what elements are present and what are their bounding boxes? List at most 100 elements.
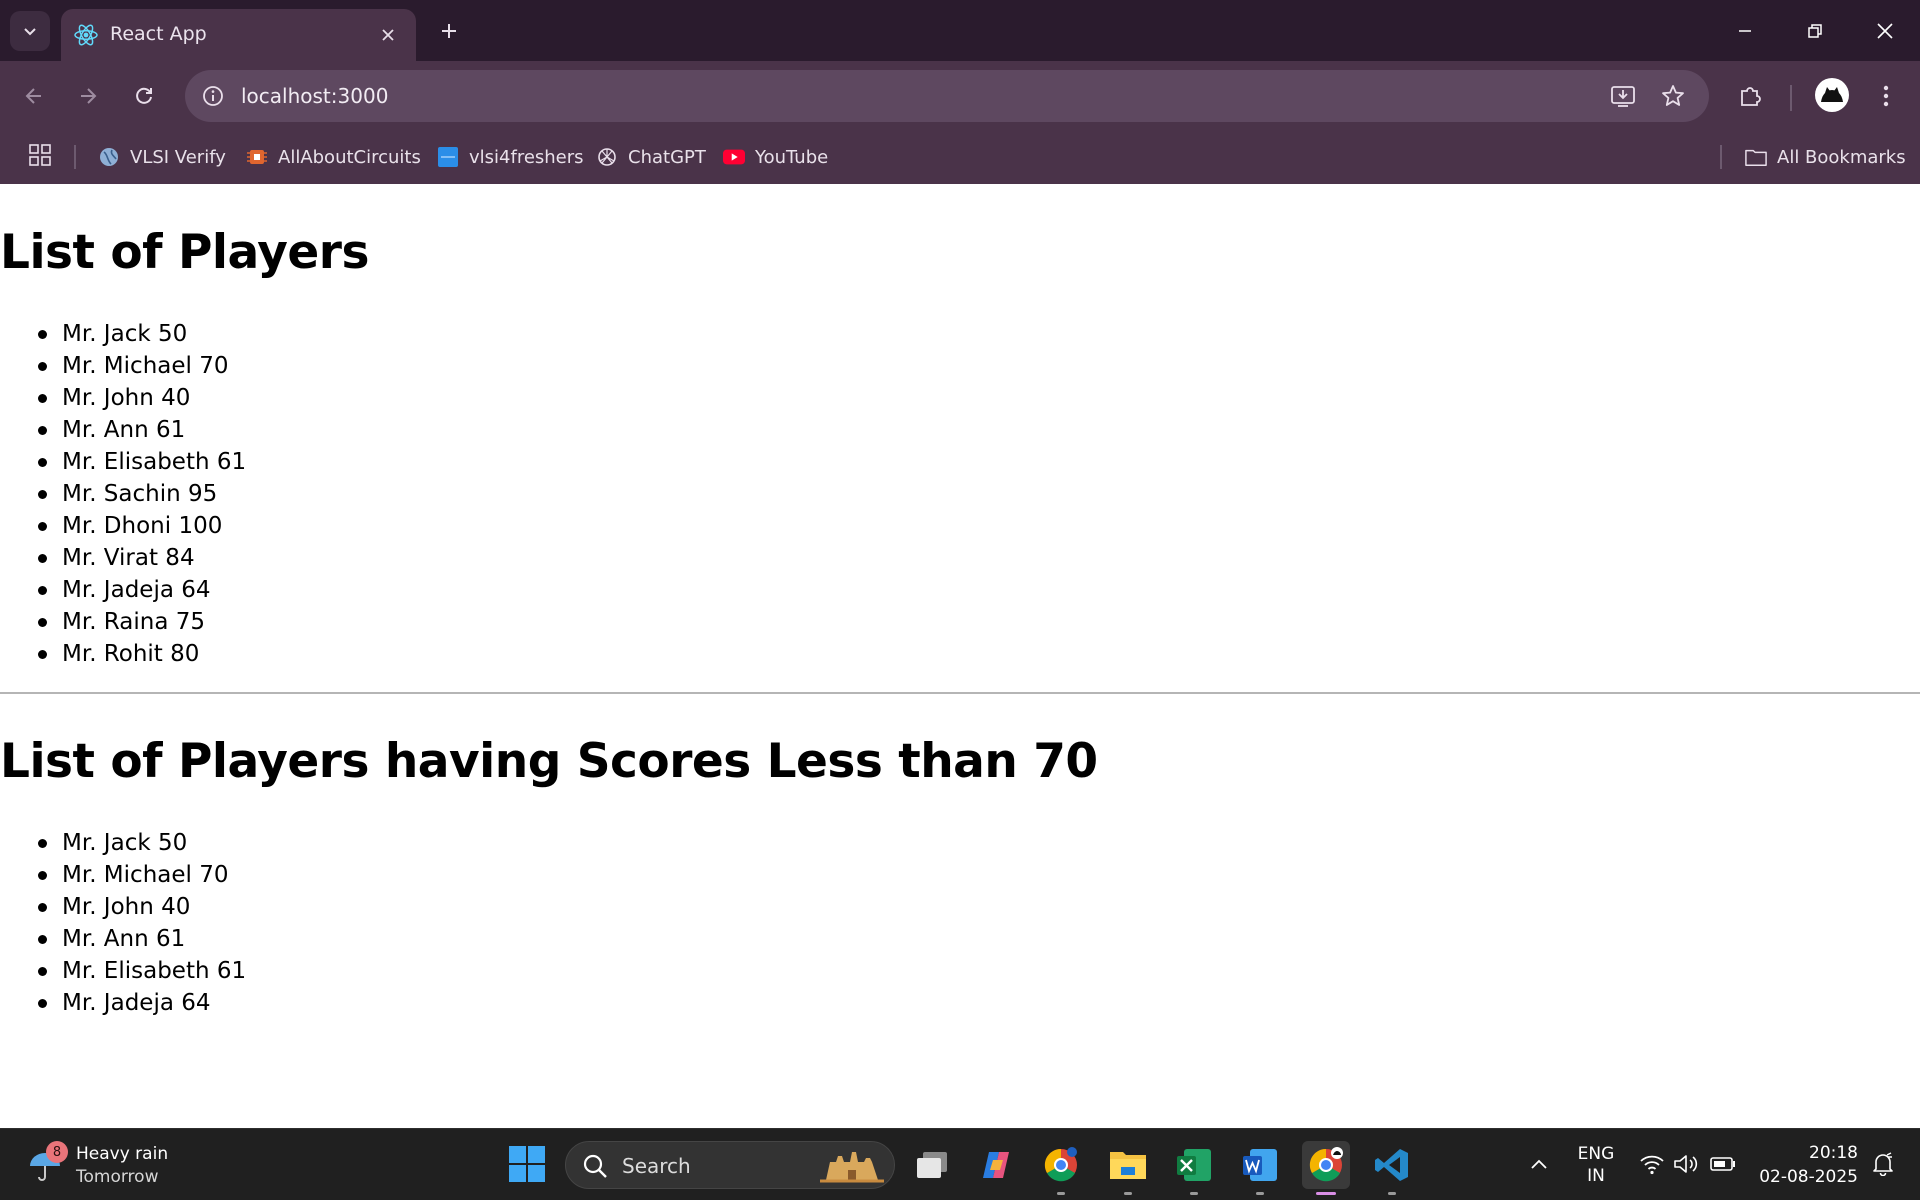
close-icon [1877,22,1893,39]
close-icon [382,29,394,41]
install-app-button[interactable] [1607,80,1639,112]
globe-icon [98,146,120,168]
taskbar-task-view[interactable] [908,1141,956,1189]
back-button[interactable] [14,76,54,116]
taskbar-file-explorer[interactable] [1104,1141,1152,1195]
tab-search-button[interactable] [10,11,50,51]
weather-alert-badge: 8 [46,1141,68,1163]
list-item: Mr. Jadeja 64 [37,574,246,606]
input-language-indicator[interactable]: ENG IN [1576,1143,1616,1187]
show-hidden-icons-button[interactable] [1524,1149,1554,1179]
browser-toolbar: localhost:3000 [0,61,1920,131]
chevron-down-icon [24,28,36,36]
horizontal-rule [0,692,1920,694]
list-item: Mr. Jadeja 64 [37,987,246,1019]
search-icon [583,1154,607,1178]
chrome-icon [1309,1147,1343,1182]
forward-button[interactable] [68,76,108,116]
toolbar-divider [1790,85,1792,111]
volume-control[interactable] [1672,1149,1700,1179]
battery-status[interactable] [1709,1149,1737,1179]
minimize-icon [1739,29,1751,32]
all-bookmarks-button[interactable]: All Bookmarks [1745,141,1906,173]
bookmark-allaboutcircuits[interactable]: AllAboutCircuits [246,141,421,173]
react-icon [74,24,98,46]
taskbar-chrome-profile[interactable] [1302,1141,1350,1195]
filtered-players-list: Mr. Jack 50 Mr. Michael 70 Mr. John 40 Mr. … [37,827,246,1019]
browser-menu-button[interactable] [1866,76,1906,116]
tab-close-button[interactable] [374,21,402,49]
start-button[interactable] [508,1145,546,1183]
list-item: Mr. Dhoni 100 [37,510,246,542]
chip-icon [246,146,268,168]
search-placeholder: Search [622,1154,691,1178]
apps-button[interactable] [26,141,54,169]
tab-strip: React App [0,0,1920,61]
page-content: List of Players Mr. Jack 50 Mr. Michael 7… [0,184,1920,1128]
bookmark-label: ChatGPT [628,146,706,168]
list-item: Mr. Jack 50 [37,318,246,350]
apps-grid-icon [29,144,51,166]
list-item: Mr. John 40 [37,891,246,923]
folder-icon [1745,146,1767,168]
notification-center-button[interactable] [1868,1149,1898,1179]
restore-button[interactable] [1780,0,1850,61]
weather-condition: Heavy rain [76,1144,169,1164]
address-bar[interactable]: localhost:3000 [185,70,1709,122]
taskbar-chrome[interactable] [1037,1141,1085,1195]
taskbar-vscode[interactable] [1368,1141,1416,1195]
taskbar-copilot[interactable] [972,1141,1020,1189]
bookmark-vlsi4freshers[interactable]: vlsi4freshers [437,141,584,173]
clock-time: 20:18 [1809,1143,1858,1163]
running-indicator [1124,1192,1132,1195]
wifi-icon [1640,1155,1664,1175]
bell-icon [1873,1152,1893,1176]
kebab-menu-icon [1883,85,1889,107]
bookmark-youtube[interactable]: YouTube [723,141,828,173]
avatar-icon [1821,87,1843,102]
extensions-button[interactable] [1730,76,1770,116]
taskbar-search[interactable]: Search [565,1141,895,1189]
copilot-icon [983,1152,1009,1178]
bookmark-vlsi-verify[interactable]: VLSI Verify [98,141,226,173]
bookmarks-separator [74,145,76,169]
excel-icon [1177,1149,1211,1181]
minimize-button[interactable] [1710,0,1780,61]
site-info-button[interactable] [197,80,229,112]
bookmark-label: YouTube [755,146,829,168]
system-clock[interactable]: 20:18 02-08-2025 [1752,1141,1858,1189]
windows-logo-icon [509,1146,545,1182]
new-tab-button[interactable] [432,14,466,48]
weather-widget[interactable]: 8 Heavy rain Tomorrow [24,1141,184,1191]
restore-icon [1808,23,1822,38]
profile-avatar-button[interactable] [1815,78,1849,112]
url-text[interactable]: localhost:3000 [241,84,388,108]
list-item: Mr. Michael 70 [37,350,246,382]
bookmarks-bar: VLSI Verify AllAboutCircuits vlsi4freshe… [0,131,1920,184]
word-icon [1243,1149,1277,1181]
arrow-right-icon [81,88,97,104]
chevron-up-icon [1531,1159,1547,1169]
taskbar-excel[interactable] [1170,1141,1218,1195]
language-code: ENG [1577,1144,1615,1164]
all-players-list: Mr. Jack 50 Mr. Michael 70 Mr. John 40 Mr. … [37,318,246,670]
taskbar-word[interactable] [1236,1141,1284,1195]
bookmark-chatgpt[interactable]: ChatGPT [596,141,706,173]
openai-icon [596,146,618,168]
close-window-button[interactable] [1850,0,1920,61]
bookmark-star-button[interactable] [1657,80,1689,112]
network-status[interactable] [1638,1149,1666,1179]
battery-icon [1710,1157,1735,1171]
running-indicator [1057,1192,1065,1195]
plus-icon [442,24,456,38]
install-icon [1611,86,1635,107]
running-indicator [1388,1192,1396,1195]
bookmark-label: VLSI Verify [130,146,226,168]
list-item: Mr. Michael 70 [37,859,246,891]
tab-react-app[interactable]: React App [61,9,416,61]
reload-button[interactable] [124,76,164,116]
heading-all-players: List of Players [0,225,369,280]
tab-title: React App [110,23,207,45]
browser-chrome: React App localhost:3000 VLSI Verify All… [0,0,1920,184]
list-item: Mr. Jack 50 [37,827,246,859]
